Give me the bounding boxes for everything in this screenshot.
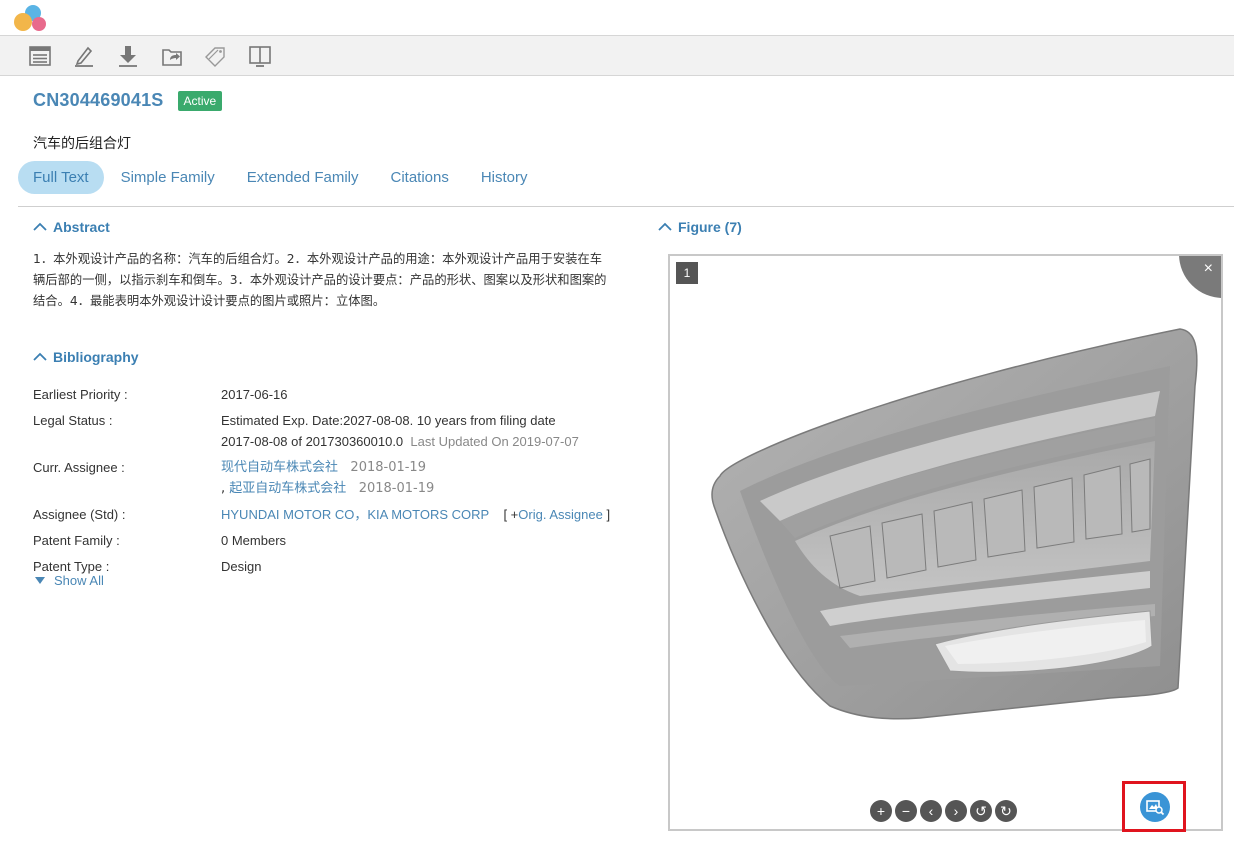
bib-row-patent-family: Patent Family : 0 Members — [33, 531, 623, 550]
bib-row-legal-status: Legal Status : Estimated Exp. Date:2027-… — [33, 411, 623, 451]
tab-citations[interactable]: Citations — [375, 161, 463, 194]
legal-status-line2: 2017-08-08 of 201730360010.0 — [221, 434, 404, 449]
tab-extended-family[interactable]: Extended Family — [232, 161, 374, 194]
figure-heading[interactable]: Figure (7) — [658, 219, 742, 235]
earliest-priority-value: 2017-06-16 — [221, 387, 288, 402]
orig-assignee-close: ] — [606, 507, 611, 522]
legal-status-value: Estimated Exp. Date:2027-08-08. 10 years… — [221, 411, 623, 451]
tail-lamp-image[interactable] — [700, 326, 1200, 726]
tab-full-text[interactable]: Full Text — [18, 161, 104, 194]
tabs-divider — [18, 206, 1234, 207]
curr-assignee-date-2: 2018-01-19 — [358, 481, 435, 496]
patent-family-value: 0 Members — [221, 533, 287, 548]
toolbar — [0, 36, 1234, 76]
bib-row-earliest-priority: Earliest Priority : 2017-06-16 — [33, 385, 623, 404]
patent-header: CN304469041S Active — [33, 90, 223, 111]
legal-status-line1: Estimated Exp. Date:2027-08-08. 10 years… — [221, 413, 556, 428]
bib-label: Patent Family : — [33, 533, 120, 548]
orig-assignee-open: [ + — [503, 507, 519, 522]
next-figure-button[interactable]: › — [945, 800, 967, 822]
show-all-label: Show All — [54, 573, 104, 588]
image-search-highlight — [1122, 781, 1186, 832]
assignee-std-value: HYUNDAI MOTOR CO，KIA MOTORS CORP [ +Orig… — [221, 505, 623, 524]
chevron-up-icon — [33, 222, 47, 231]
tab-bar: Full Text Simple Family Extended Family … — [18, 161, 545, 194]
figure-index: 1 — [676, 262, 698, 284]
curr-assignee-value: 现代自动车株式会社 2018-01-19 , 起亚自动车株式会社 2018-01… — [221, 458, 623, 498]
bib-row-assignee-std: Assignee (Std) : HYUNDAI MOTOR CO，KIA MO… — [33, 505, 623, 524]
patent-number: CN304469041S — [33, 90, 164, 110]
caret-down-icon — [35, 577, 45, 584]
tab-simple-family[interactable]: Simple Family — [106, 161, 230, 194]
assignee-separator: , — [221, 481, 226, 496]
bibliography-list: Earliest Priority : 2017-06-16 Legal Sta… — [33, 385, 623, 583]
show-all-link[interactable]: Show All — [35, 573, 104, 588]
bib-label: Earliest Priority : — [33, 387, 128, 402]
figure-controls: + − ‹ › ↺ ↻ — [870, 800, 1020, 822]
curr-assignee-link-1[interactable]: 现代自动车株式会社 — [221, 460, 338, 475]
close-icon: × — [1203, 260, 1213, 277]
bib-label: Curr. Assignee : — [33, 460, 125, 475]
abstract-heading-label: Abstract — [53, 219, 110, 235]
zoom-in-button[interactable]: + — [870, 800, 892, 822]
figure-heading-label: Figure — [678, 219, 721, 235]
abstract-text: 1．本外观设计产品的名称：汽车的后组合灯。2．本外观设计产品的用途：本外观设计产… — [33, 252, 607, 308]
export-icon[interactable] — [160, 44, 184, 68]
legal-status-line2-wrap: 2017-08-08 of 201730360010.0 Last Update… — [221, 432, 623, 451]
bib-label: Assignee (Std) : — [33, 507, 126, 522]
download-icon[interactable] — [116, 44, 140, 68]
patent-type-value: Design — [221, 559, 262, 574]
reader-icon[interactable] — [248, 44, 272, 68]
rotate-left-button[interactable]: ↺ — [970, 800, 992, 822]
tag-icon[interactable] — [204, 44, 228, 68]
legal-status-updated: Last Updated On 2019-07-07 — [410, 434, 579, 449]
chevron-up-icon — [658, 222, 672, 231]
zoom-out-button[interactable]: − — [895, 800, 917, 822]
figure-viewer: 1 × + − ‹ › ↺ ↻ — [668, 254, 1223, 831]
edit-icon[interactable] — [72, 44, 96, 68]
image-search-button[interactable] — [1140, 792, 1170, 822]
image-search-icon — [1146, 800, 1165, 816]
close-figure-button[interactable]: × — [1179, 256, 1221, 298]
app-logo-icon[interactable] — [12, 3, 48, 33]
curr-assignee-date-1: 2018-01-19 — [350, 460, 426, 475]
status-badge: Active — [177, 90, 223, 111]
bib-row-patent-type: Patent Type : Design — [33, 557, 623, 576]
top-bar — [0, 0, 1234, 36]
bib-label: Legal Status : — [33, 413, 113, 428]
curr-assignee-link-2[interactable]: 起亚自动车株式会社 — [229, 481, 346, 496]
figure-count: (7) — [724, 219, 742, 235]
bibliography-heading[interactable]: Bibliography — [33, 349, 139, 365]
abstract-heading[interactable]: Abstract — [33, 219, 110, 235]
list-icon[interactable] — [28, 44, 52, 68]
previous-figure-button[interactable]: ‹ — [920, 800, 942, 822]
tab-history[interactable]: History — [466, 161, 543, 194]
rotate-right-button[interactable]: ↻ — [995, 800, 1017, 822]
bib-row-curr-assignee: Curr. Assignee : 现代自动车株式会社 2018-01-19 , … — [33, 458, 623, 498]
orig-assignee-link[interactable]: Orig. Assignee — [518, 507, 603, 522]
chevron-up-icon — [33, 352, 47, 361]
bibliography-heading-label: Bibliography — [53, 349, 139, 365]
assignee-std-link[interactable]: HYUNDAI MOTOR CO，KIA MOTORS CORP — [221, 507, 489, 522]
patent-title: 汽车的后组合灯 — [33, 136, 131, 152]
